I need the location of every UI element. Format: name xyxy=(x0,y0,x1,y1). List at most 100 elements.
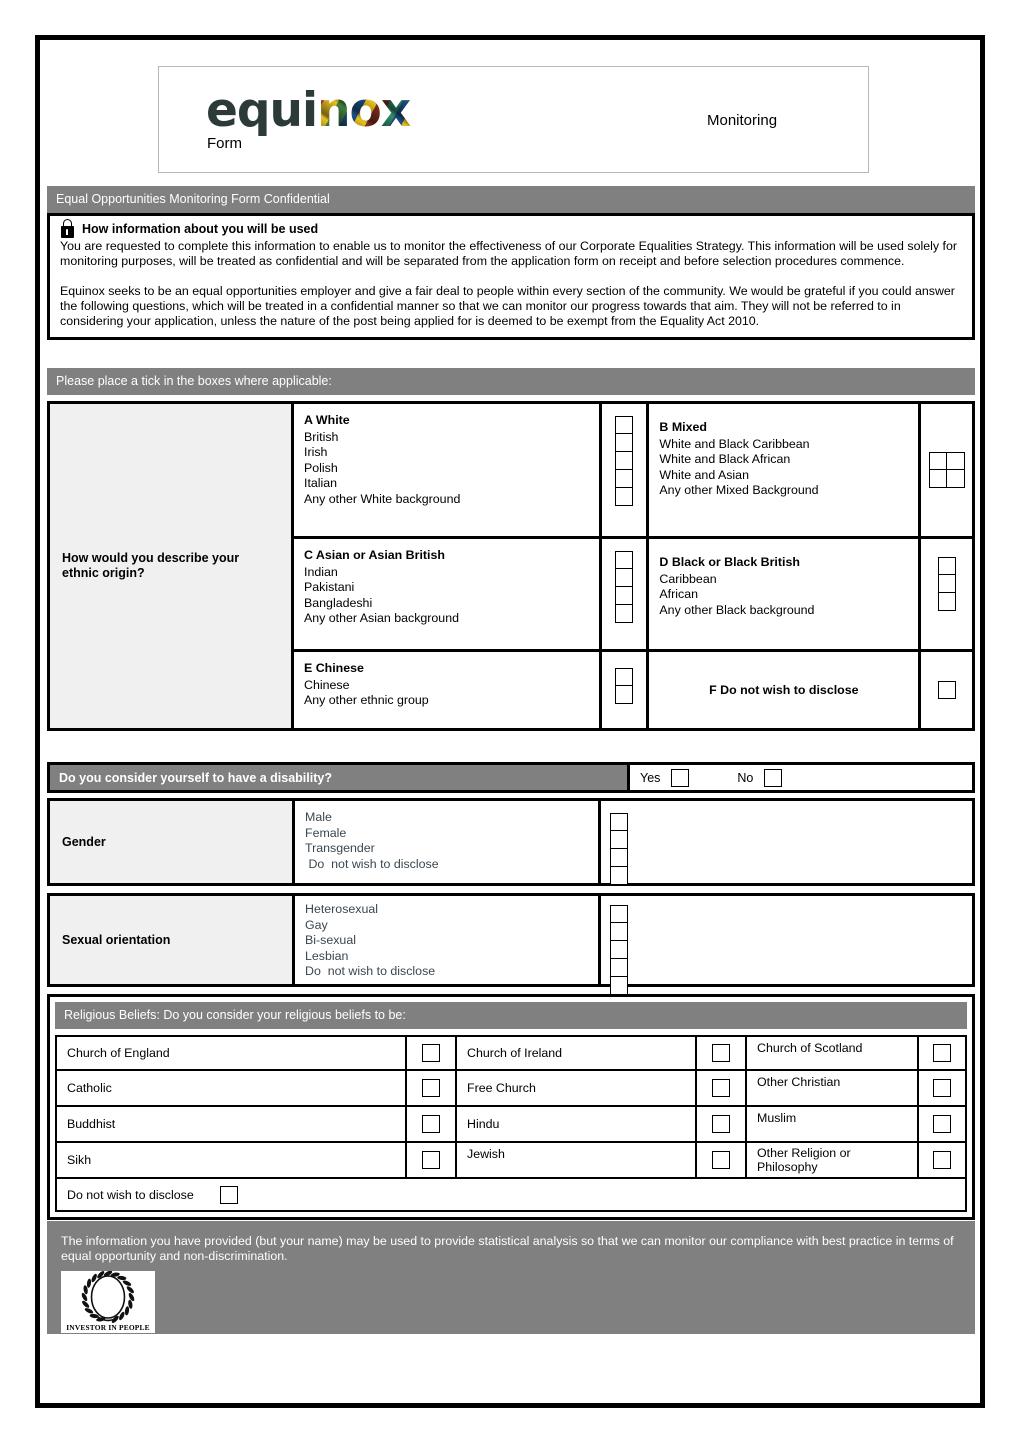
checkbox-other-ethnic-group[interactable] xyxy=(615,686,634,704)
equinox-logo: equi nox xyxy=(206,81,411,138)
intro-paragraph-1: You are requested to complete this infor… xyxy=(60,239,957,269)
group-e-option-0: Chinese xyxy=(304,677,350,692)
religion-checkbox-cell-5 xyxy=(695,1071,745,1105)
checkbox-white-irish[interactable] xyxy=(615,434,634,452)
intro-block: How information about you will be used Y… xyxy=(47,213,975,341)
checkbox-gender-not-disclose[interactable] xyxy=(610,867,628,885)
sexual-orientation-checkboxes xyxy=(598,896,972,995)
checkbox-church-of-ireland[interactable] xyxy=(712,1044,730,1062)
checkbox-mixed-white-asian[interactable] xyxy=(928,470,947,488)
masthead-form-label: Form xyxy=(207,135,242,152)
religion-label-church-of-england: Church of England xyxy=(67,1046,170,1060)
religion-checkbox-cell-2 xyxy=(695,1037,745,1069)
checkbox-disability-no[interactable] xyxy=(764,768,783,787)
group-e-title: E Chinese xyxy=(304,661,364,675)
checkbox-asian-pakistani[interactable] xyxy=(615,569,634,587)
disability-yes-label: Yes xyxy=(640,770,661,785)
investor-in-people-caption: INVESTOR IN PEOPLE xyxy=(66,1322,150,1332)
checkbox-religion-not-disclose[interactable] xyxy=(219,1185,238,1204)
checkbox-black-african[interactable] xyxy=(937,575,956,593)
sexual-orientation-option-4: Do not wish to disclose xyxy=(305,964,436,979)
gender-options: Male Female Transgender Do not wish to d… xyxy=(292,801,598,883)
logo-text-nox: nox xyxy=(317,83,411,138)
checkbox-catholic[interactable] xyxy=(422,1079,440,1097)
ethnic-group-c: C Asian or Asian British Indian Pakistan… xyxy=(294,539,599,649)
investor-in-people-logo: INVESTOR IN PEOPLE xyxy=(61,1269,155,1333)
checkbox-hindu[interactable] xyxy=(712,1115,730,1133)
checkbox-other-christian[interactable] xyxy=(933,1079,951,1097)
group-c-checkboxes xyxy=(598,539,647,649)
ethnic-group-f: F Do not wish to disclose xyxy=(646,652,918,728)
checkbox-disability-yes[interactable] xyxy=(671,768,690,787)
checkbox-chinese[interactable] xyxy=(615,668,634,686)
ethnic-group-a: A White British Irish Polish Italian Any… xyxy=(294,404,599,536)
religion-checkbox-cell-9 xyxy=(917,1107,965,1141)
religion-label-other-religion: Other Religion or Philosophy xyxy=(745,1143,917,1177)
checkbox-asian-other[interactable] xyxy=(615,605,634,623)
group-c-option-1: Pakistani xyxy=(304,580,355,595)
religion-checkbox-cell-7 xyxy=(405,1107,455,1141)
checkbox-orientation-bisexual[interactable] xyxy=(610,941,628,959)
checkbox-church-of-scotland[interactable] xyxy=(933,1044,951,1062)
religion-label-catholic: Catholic xyxy=(67,1081,112,1095)
gender-label: Gender xyxy=(50,801,292,883)
group-b-checkboxes xyxy=(918,404,972,536)
masthead: equi nox Form Monitoring xyxy=(158,66,869,173)
group-b-title: B Mixed xyxy=(659,420,707,434)
checkbox-muslim[interactable] xyxy=(933,1115,951,1133)
gender-checkboxes xyxy=(598,801,972,885)
checkbox-orientation-gay[interactable] xyxy=(610,923,628,941)
checkbox-orientation-heterosexual[interactable] xyxy=(610,905,628,923)
checkbox-asian-indian[interactable] xyxy=(615,551,634,569)
sexual-orientation-label: Sexual orientation xyxy=(50,896,292,984)
checkbox-white-other[interactable] xyxy=(615,488,634,506)
footer-block: The information you have provided (but y… xyxy=(47,1221,975,1334)
checkbox-black-other[interactable] xyxy=(937,593,956,611)
checkbox-buddhist[interactable] xyxy=(422,1115,440,1133)
checkbox-orientation-not-disclose[interactable] xyxy=(610,977,628,995)
checkbox-white-polish[interactable] xyxy=(615,452,634,470)
sexual-orientation-option-1: Gay xyxy=(305,917,328,932)
religion-checkbox-cell-4 xyxy=(405,1071,455,1105)
laurel-wreath-icon xyxy=(80,1269,136,1325)
group-d-checkboxes xyxy=(918,539,972,649)
checkbox-gender-male[interactable] xyxy=(610,813,628,831)
checkbox-sikh[interactable] xyxy=(422,1151,440,1169)
disability-question: Do you consider yourself to have a disab… xyxy=(50,765,627,790)
religion-row-4: Sikh Jewish Other Religion or Philosophy xyxy=(55,1143,967,1179)
intro-paragraph-2: Equinox seeks to be an equal opportuniti… xyxy=(60,283,955,329)
checkbox-other-religion[interactable] xyxy=(933,1151,951,1169)
sexual-orientation-row: Sexual orientation Heterosexual Gay Bi-s… xyxy=(47,893,975,995)
checkbox-gender-female[interactable] xyxy=(610,831,628,849)
group-a-option-1: Irish xyxy=(304,445,328,460)
group-c-option-0: Indian xyxy=(304,564,338,579)
checkbox-ethnic-not-disclose[interactable] xyxy=(937,681,956,699)
religion-checkbox-cell-11 xyxy=(695,1143,745,1177)
sexual-orientation-options: Heterosexual Gay Bi-sexual Lesbian Do no… xyxy=(292,896,598,984)
checkbox-white-italian[interactable] xyxy=(615,470,634,488)
group-d-option-1: African xyxy=(659,587,698,602)
logo-text-equi: equi xyxy=(206,83,318,138)
religion-label-buddhist: Buddhist xyxy=(67,1117,116,1131)
checkbox-black-caribbean[interactable] xyxy=(937,557,956,575)
gender-option-3: Do not wish to disclose xyxy=(305,856,439,871)
checkbox-orientation-lesbian[interactable] xyxy=(610,959,628,977)
checkbox-mixed-white-black-african[interactable] xyxy=(946,452,965,470)
checkbox-church-of-england[interactable] xyxy=(422,1044,440,1062)
group-b-option-2: White and Asian xyxy=(659,467,749,482)
checkbox-mixed-white-black-caribbean[interactable] xyxy=(928,452,947,470)
religion-label-hindu: Hindu xyxy=(455,1107,695,1141)
group-c-option-3: Any other Asian background xyxy=(304,611,459,626)
ethnic-group-b: B Mixed White and Black Caribbean White … xyxy=(646,404,918,536)
group-d-title: D Black or Black British xyxy=(659,555,800,569)
checkbox-gender-transgender[interactable] xyxy=(610,849,628,867)
masthead-monitoring-label: Monitoring xyxy=(707,112,778,129)
checkbox-mixed-other[interactable] xyxy=(946,470,965,488)
checkbox-free-church[interactable] xyxy=(712,1079,730,1097)
group-d-option-2: Any other Black background xyxy=(659,602,815,617)
checkbox-white-british[interactable] xyxy=(615,416,634,434)
checkbox-asian-bangladeshi[interactable] xyxy=(615,587,634,605)
religion-row-1: Church of England Church of Ireland Chur… xyxy=(55,1035,967,1071)
religion-bar: Religious Beliefs: Do you consider your … xyxy=(55,1002,967,1029)
checkbox-jewish[interactable] xyxy=(712,1151,730,1169)
